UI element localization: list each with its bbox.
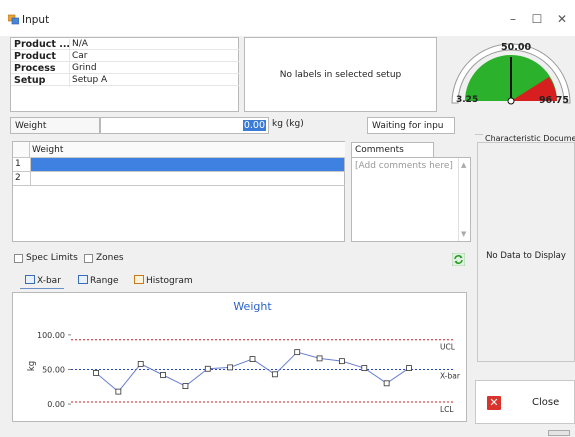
data-point xyxy=(406,365,412,371)
info-row: Product ... N/A xyxy=(11,38,239,51)
tab-range-label: Range xyxy=(90,276,119,286)
range-chart-icon xyxy=(78,275,88,284)
close-icon: ✕ xyxy=(487,396,501,410)
data-point xyxy=(294,349,301,356)
comments-placeholder: [Add comments here] xyxy=(355,161,453,171)
reference-line-label: X-bar xyxy=(440,371,461,380)
documents-empty-text: No Data to Display xyxy=(486,251,566,261)
info-row: Process Grind xyxy=(11,62,239,75)
grid-column-header[interactable]: Weight xyxy=(32,145,63,155)
spec-limits-label: Spec Limits xyxy=(26,253,78,263)
comments-tab[interactable]: Comments xyxy=(351,142,434,157)
zones-label: Zones xyxy=(96,253,124,263)
y-axis-label: kg xyxy=(27,361,37,371)
spec-limits-checkbox[interactable] xyxy=(14,254,23,263)
info-row: Product Car xyxy=(11,50,239,63)
tab-x-bar-label: X-bar xyxy=(37,276,61,286)
keyboard-icon xyxy=(548,430,570,436)
grid-header: Weight xyxy=(13,142,345,158)
refresh-icon[interactable] xyxy=(452,253,465,266)
info-label: Process xyxy=(14,63,56,74)
documents-panel: No Data to Display xyxy=(477,142,575,362)
grid-cell-selected[interactable] xyxy=(30,158,344,171)
data-point xyxy=(316,355,323,362)
data-point xyxy=(227,364,234,371)
y-tick-label: 0.00 xyxy=(47,400,65,409)
data-point xyxy=(160,372,166,378)
info-label: Setup xyxy=(14,75,46,86)
labels-panel: No labels in selected setup xyxy=(244,37,437,112)
gauge: 50.00 3.25 96.75 xyxy=(445,35,575,106)
weight-input[interactable]: 0.00 xyxy=(100,117,269,134)
y-tick-label: 50.00 xyxy=(42,365,65,374)
app-icon xyxy=(8,14,19,25)
window-title: Input xyxy=(22,14,50,26)
data-point xyxy=(204,365,211,372)
data-point xyxy=(383,380,390,387)
comments-input[interactable]: [Add comments here] ▲ ▼ xyxy=(351,157,471,242)
status-bar xyxy=(0,429,575,437)
xbar-chart-icon xyxy=(25,275,35,284)
row-number: 1 xyxy=(15,159,21,169)
scroll-up-icon[interactable]: ▲ xyxy=(461,161,466,169)
data-point xyxy=(361,365,368,371)
characteristic-info-table: Product ... N/A Product Car Process Grin… xyxy=(10,37,239,112)
minimize-button[interactable]: – xyxy=(506,12,520,26)
tab-range[interactable]: Range xyxy=(78,275,119,288)
data-point xyxy=(115,388,122,395)
chart-title: Weight xyxy=(233,300,272,313)
y-tick-label: 100.00 xyxy=(37,331,65,340)
info-row: Setup Setup A xyxy=(11,74,239,87)
maximize-button[interactable]: ☐ xyxy=(530,12,544,26)
active-tab-indicator xyxy=(20,288,64,289)
data-point xyxy=(93,370,99,376)
tab-histogram-label: Histogram xyxy=(146,276,193,286)
reference-line-label: UCL xyxy=(440,343,456,352)
zones-checkbox[interactable] xyxy=(84,254,93,263)
info-label: Product xyxy=(14,51,56,62)
data-point xyxy=(182,383,189,389)
close-button[interactable]: ✕ Close xyxy=(475,380,575,424)
tab-histogram[interactable]: Histogram xyxy=(134,275,193,288)
data-point xyxy=(339,358,345,365)
histogram-icon xyxy=(134,275,144,284)
chart-svg: Weight kg 100.00 50.00 0.00 UCL X-bar LCL xyxy=(27,300,461,414)
title-bar xyxy=(0,0,575,36)
grid-header-divider xyxy=(29,142,30,158)
info-label: Product ... xyxy=(14,39,71,50)
gauge-min: 3.25 xyxy=(456,95,479,105)
reference-line-label: LCL xyxy=(440,405,454,414)
tab-x-bar[interactable]: X-bar xyxy=(25,275,61,288)
status-label: Waiting for inpu xyxy=(367,117,455,134)
unit-label: kg (kg) xyxy=(272,119,304,129)
comments-scrollbar[interactable]: ▲ ▼ xyxy=(458,158,470,241)
measurement-grid: Weight 1 2 xyxy=(12,141,345,242)
data-point xyxy=(249,356,256,362)
row-number: 2 xyxy=(15,173,21,183)
xbar-chart: Weight kg 100.00 50.00 0.00 UCL X-bar LCL xyxy=(12,292,467,422)
close-button-label: Close xyxy=(532,397,560,408)
scroll-down-icon[interactable]: ▼ xyxy=(461,230,466,238)
weight-label: Weight xyxy=(10,117,100,134)
labels-empty-text: No labels in selected setup xyxy=(279,70,402,80)
grid-cell[interactable] xyxy=(30,172,344,185)
gauge-max: 96.75 xyxy=(538,95,569,106)
info-value: Setup A xyxy=(69,75,107,87)
weight-value[interactable]: 0.00 xyxy=(242,120,266,131)
data-point xyxy=(137,361,144,367)
table-row[interactable]: 2 xyxy=(13,172,345,186)
table-row[interactable]: 1 xyxy=(13,158,345,172)
gauge-value: 50.00 xyxy=(501,42,532,53)
data-point xyxy=(271,371,278,378)
close-window-button[interactable]: ✕ xyxy=(555,12,569,26)
